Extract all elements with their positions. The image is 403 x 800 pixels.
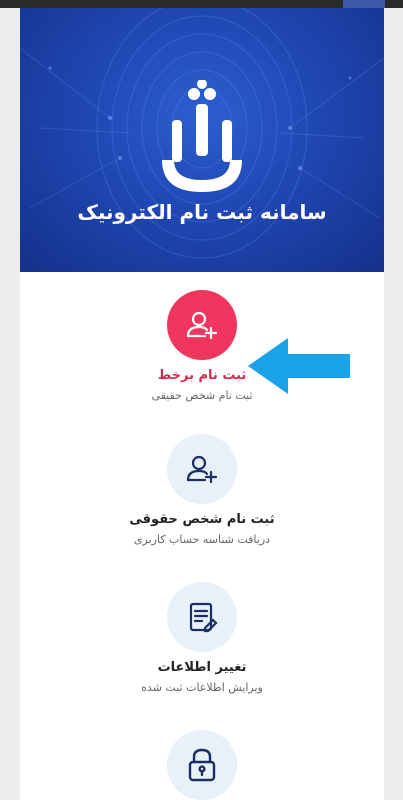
status-tab	[343, 0, 385, 8]
change-info-label: تغییر اطلاعات	[157, 660, 247, 675]
add-user-icon	[186, 455, 218, 484]
hero-banner: سامانه ثبت نام الکترونیک	[20, 8, 384, 272]
app-frame: سامانه ثبت نام الکترونیک ثبت نام برخط ثب…	[20, 8, 384, 800]
legal-registration-label: ثبت نام شخص حقوقی	[129, 512, 275, 527]
menu-item-security[interactable]	[20, 730, 384, 800]
online-registration-icon-circle[interactable]	[167, 290, 237, 360]
status-bar	[0, 0, 403, 8]
legal-registration-icon-circle[interactable]	[167, 434, 237, 504]
change-info-sub: ویرایش اطلاعات ثبت شده	[141, 681, 263, 694]
legal-registration-sub: دریافت شناسه حساب کاربری	[133, 533, 271, 546]
menu-item-legal-registration[interactable]: ثبت نام شخص حقوقی دریافت شناسه حساب کارب…	[20, 434, 384, 546]
security-icon-circle[interactable]	[167, 730, 237, 800]
sana-logo	[162, 80, 242, 192]
menu-item-change-info[interactable]: تغییر اطلاعات ویرایش اطلاعات ثبت شده	[20, 582, 384, 694]
change-info-icon-circle[interactable]	[167, 582, 237, 652]
edit-document-icon	[189, 602, 218, 633]
annotation-arrow-icon	[248, 338, 350, 394]
lock-icon	[188, 748, 216, 782]
add-user-icon	[186, 311, 218, 340]
app-title: سامانه ثبت نام الکترونیک	[77, 200, 327, 224]
